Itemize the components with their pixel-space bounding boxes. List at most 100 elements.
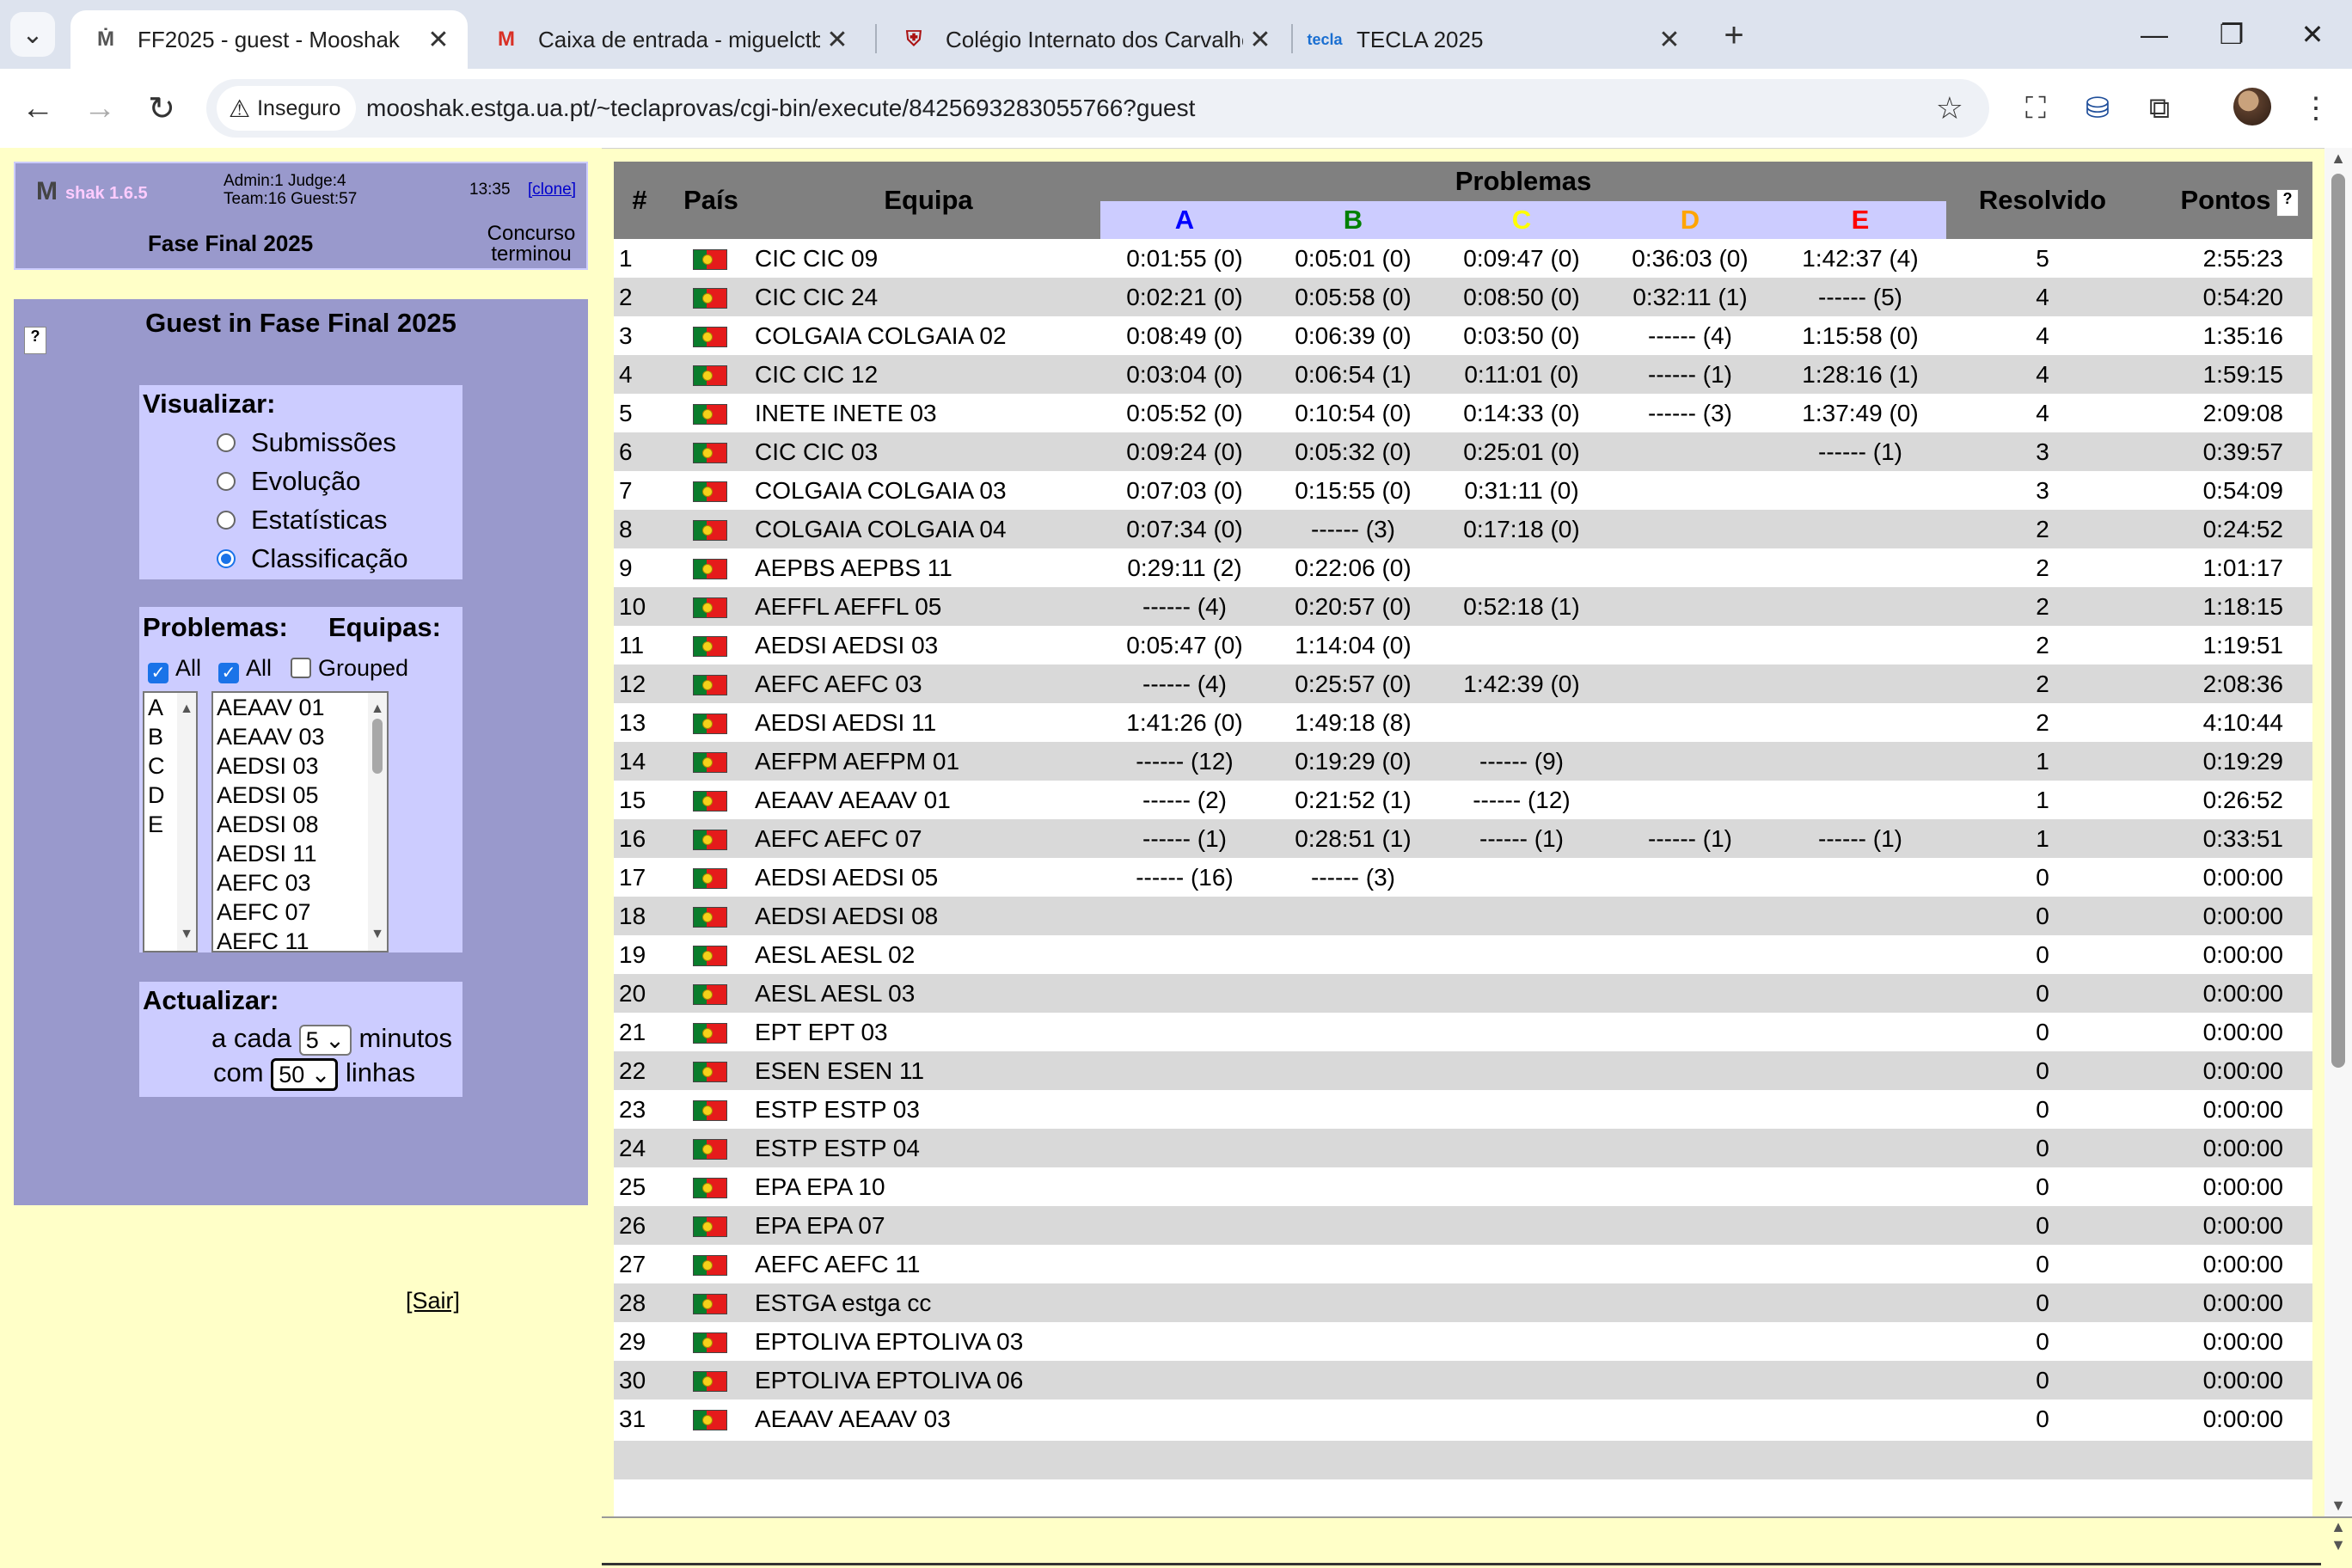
extensions-puzzle-icon[interactable]: ⧉ [2137, 86, 2182, 131]
problem-d-cell [1606, 858, 1774, 897]
list-item[interactable]: AEAAV 03 [213, 722, 387, 751]
problems-all-checkbox[interactable]: ✓ All [148, 655, 201, 683]
solved-cell: 5 [2036, 245, 2049, 272]
list-item[interactable]: AEFC 03 [213, 868, 387, 897]
close-tab-icon[interactable]: ✕ [1652, 25, 1687, 55]
more-menu-icon[interactable]: ⋮ [2294, 86, 2338, 131]
problem-c-cell [1437, 974, 1606, 1013]
problem-b-cell [1269, 1322, 1437, 1361]
minimize-icon[interactable]: — [2128, 12, 2180, 57]
points-cell: 0:19:29 [2202, 748, 2283, 775]
scroll-down-icon[interactable]: ▼ [177, 920, 196, 949]
problem-listbox[interactable]: A B C D E ▲ ▼ [143, 691, 198, 952]
help-icon[interactable]: ? [2276, 189, 2299, 217]
close-tab-icon[interactable]: ✕ [820, 25, 854, 55]
checkbox-unchecked-icon[interactable] [291, 658, 311, 678]
close-tab-icon[interactable]: ✕ [421, 25, 456, 55]
checkbox-checked-icon[interactable]: ✓ [218, 663, 239, 683]
problem-a-cell: ------ (4) [1142, 671, 1227, 697]
rank-cell: 15 [619, 787, 646, 813]
profile-avatar[interactable] [2233, 88, 2271, 126]
teams-all-checkbox[interactable]: ✓ All [218, 655, 272, 683]
listbox-scrollbar[interactable]: ▲ ▼ [177, 693, 196, 951]
tab-mooshak[interactable]: Ṁ FF2025 - guest - Mooshak ✕ [70, 10, 468, 69]
view-option-classificacao[interactable]: Classificação [139, 539, 462, 578]
view-label: Visualizar: [143, 389, 276, 419]
problem-b-cell: 0:20:57 (0) [1295, 593, 1412, 620]
back-arrow-icon[interactable]: ← [15, 86, 60, 131]
problem-c-cell [1437, 1206, 1606, 1245]
list-item[interactable]: AEAAV 01 [213, 693, 387, 722]
list-item[interactable]: AEFC 11 [213, 927, 387, 951]
warning-triangle-icon: ⚠ [229, 95, 251, 122]
header-problem-e: E [1774, 201, 1946, 239]
forward-arrow-icon[interactable]: → [77, 86, 122, 131]
logout-link[interactable]: [Sair] [406, 1288, 460, 1314]
problem-a-cell: 0:29:11 (2) [1127, 554, 1242, 581]
tab-gmail[interactable]: M Caixa de entrada - miguelctb@ ✕ [471, 10, 867, 69]
problem-c-cell [1437, 858, 1606, 897]
problem-a-cell: 1:41:26 (0) [1126, 709, 1243, 736]
view-option-estatisticas[interactable]: Estatísticas [139, 500, 462, 539]
security-chip[interactable]: ⚠ Inseguro [217, 86, 357, 131]
radio-button-selected[interactable] [217, 548, 236, 568]
restore-icon[interactable]: ❐ [2206, 12, 2257, 57]
new-tab-plus-icon[interactable]: + [1712, 14, 1755, 57]
table-row: 17 AEDSI AEDSI 05 ------ (16) ------ (3) 0 0:… [614, 858, 2312, 897]
close-window-icon[interactable]: ✕ [2287, 12, 2338, 57]
horizontal-scroll-arrows-icon[interactable]: ▲ ▼ [2324, 1518, 2352, 1568]
table-row: 30 EPTOLIVA EPTOLIVA 06 0 0:00:00 [614, 1361, 2312, 1400]
team-cell: AEDSI AEDSI 08 [755, 903, 939, 929]
scroll-up-icon[interactable]: ▲ [2324, 150, 2352, 168]
cast-screen-icon[interactable]: ⛶ [2013, 86, 2058, 131]
solved-cell: 1 [2036, 748, 2049, 775]
rank-cell: 30 [619, 1367, 646, 1393]
list-item[interactable]: AEDSI 05 [213, 781, 387, 810]
header-problem-a: A [1100, 201, 1269, 239]
list-item[interactable]: AEDSI 03 [213, 751, 387, 781]
close-tab-icon[interactable]: ✕ [1243, 25, 1277, 55]
rows-select[interactable]: 50 ⌄ [271, 1057, 339, 1091]
list-item[interactable]: AEFC 07 [213, 897, 387, 927]
page-scrollbar[interactable]: ▲ ▼ [2324, 148, 2352, 1516]
view-option-evolucao[interactable]: Evolução [139, 462, 462, 500]
team-cell: AEFC AEFC 07 [755, 825, 922, 852]
url-text[interactable]: mooshak.estga.ua.pt/~teclaprovas/cgi-bin… [366, 79, 1195, 138]
list-item[interactable]: AEDSI 11 [213, 839, 387, 868]
problem-b-cell: 0:19:29 (0) [1295, 748, 1412, 775]
list-item[interactable]: AEDSI 08 [213, 810, 387, 839]
header-team: Equipa [756, 162, 1100, 239]
tab-colegio[interactable]: ⛨ Colégio Internato dos Carvalhos ✕ [879, 10, 1289, 69]
team-listbox[interactable]: AEAAV 01 AEAAV 03 AEDSI 03 AEDSI 05 AEDS… [211, 691, 389, 952]
portugal-flag-icon [693, 907, 727, 928]
rank-cell: 28 [619, 1289, 646, 1316]
rank-cell: 11 [619, 632, 645, 658]
scroll-down-icon[interactable]: ▼ [368, 920, 387, 949]
tab-tecla[interactable]: tecla TECLA 2025 ✕ [1289, 10, 1699, 69]
address-bar[interactable]: ⚠ Inseguro mooshak.estga.ua.pt/~teclapro… [206, 79, 1989, 138]
bookmark-star-icon[interactable]: ☆ [1936, 86, 1963, 131]
tab-search-chevron-icon[interactable]: ⌄ [10, 12, 55, 57]
problem-e-cell [1774, 974, 1946, 1013]
minutes-select[interactable]: 5 ⌄ [298, 1024, 352, 1056]
radio-button[interactable] [217, 471, 236, 491]
clone-link[interactable]: [clone] [528, 181, 576, 199]
team-cell: ESTP ESTP 04 [755, 1135, 920, 1161]
listbox-scrollbar[interactable]: ▲ ▼ [368, 693, 387, 951]
radio-button[interactable] [217, 432, 236, 452]
grouped-checkbox[interactable]: Grouped [291, 655, 408, 682]
radio-button[interactable] [217, 510, 236, 530]
scroll-down-icon[interactable]: ▼ [2324, 1497, 2352, 1515]
solved-cell: 0 [2036, 1057, 2049, 1084]
view-option-submissoes[interactable]: Submissões [139, 423, 462, 462]
team-cell: ESEN ESEN 11 [755, 1057, 925, 1084]
scroll-thumb[interactable] [372, 719, 383, 774]
checkbox-checked-icon[interactable]: ✓ [148, 663, 168, 683]
problem-a-cell [1100, 1013, 1269, 1051]
problem-a-cell: ------ (1) [1142, 825, 1227, 852]
database-extension-icon[interactable]: ⛁ [2075, 86, 2120, 131]
scroll-up-icon[interactable]: ▲ [177, 695, 196, 724]
table-row: 13 AEDSI AEDSI 11 1:41:26 (0) 1:49:18 (8) 2 4… [614, 703, 2312, 742]
scroll-thumb[interactable] [2331, 174, 2345, 1068]
reload-icon[interactable]: ↻ [139, 86, 184, 131]
